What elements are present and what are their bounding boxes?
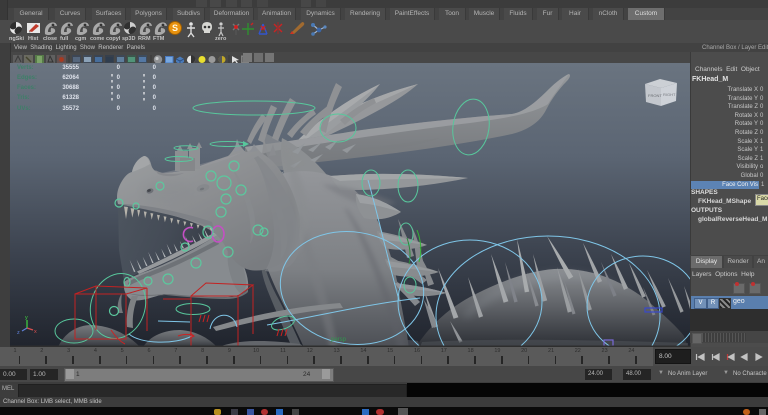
svg-text:persp: persp bbox=[331, 337, 347, 343]
svg-text:FRONT: FRONT bbox=[648, 93, 662, 98]
svg-text:RIGHT: RIGHT bbox=[663, 92, 676, 97]
svg-text:z: z bbox=[17, 330, 20, 336]
svg-text:x: x bbox=[34, 329, 37, 335]
svg-text:y: y bbox=[25, 315, 28, 321]
svg-text:S: S bbox=[172, 23, 178, 33]
